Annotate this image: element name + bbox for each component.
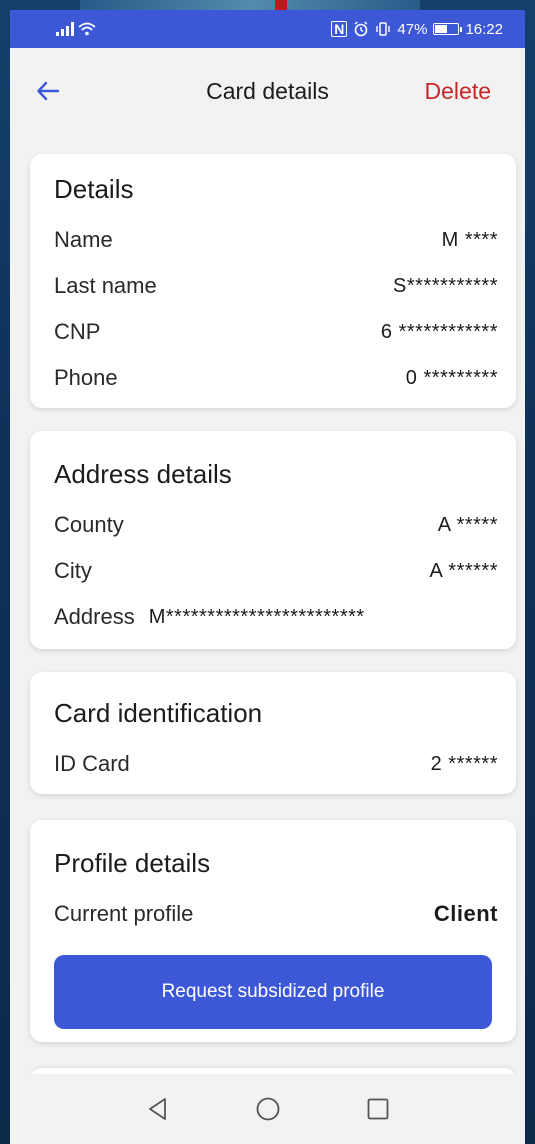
card-identification-title: Card identification bbox=[54, 698, 263, 728]
address-details-card: Address details County A ***** City A **… bbox=[30, 431, 516, 649]
signal-icon bbox=[56, 22, 74, 36]
id-card-label: ID Card bbox=[54, 751, 130, 776]
detail-label: Phone bbox=[54, 365, 118, 390]
address-row-city: City A ****** bbox=[54, 548, 498, 594]
vibrate-icon bbox=[376, 22, 391, 36]
nav-back-icon[interactable] bbox=[145, 1096, 171, 1122]
status-right: N 47% 16:22 bbox=[331, 21, 503, 38]
address-row-address: Address M************************ bbox=[54, 594, 498, 640]
status-time: 16:22 bbox=[465, 20, 503, 38]
phone-screen: N 47% 16:22 Card details Delete Details … bbox=[10, 10, 525, 1144]
detail-row-name: Name M **** bbox=[54, 217, 498, 263]
battery-fill bbox=[435, 25, 447, 33]
details-title: Details bbox=[54, 174, 134, 204]
status-left bbox=[56, 22, 96, 36]
id-card-row: ID Card 2 ****** bbox=[54, 741, 498, 787]
address-row-county: County A ***** bbox=[54, 502, 498, 548]
alarm-icon bbox=[354, 21, 368, 37]
detail-value: M **** bbox=[441, 228, 498, 251]
detail-row-cnp: CNP 6 ************ bbox=[54, 309, 498, 355]
address-value: A ****** bbox=[429, 559, 498, 582]
address-value: A ***** bbox=[437, 513, 498, 536]
card-identification-card: Card identification ID Card 2 ****** bbox=[30, 672, 516, 794]
background-glow bbox=[80, 0, 420, 10]
detail-row-last-name: Last name S*********** bbox=[54, 263, 498, 309]
current-profile-label: Current profile bbox=[54, 901, 194, 926]
nav-home-icon[interactable] bbox=[255, 1096, 281, 1122]
navigation-bar bbox=[10, 1074, 525, 1144]
wifi-icon bbox=[78, 22, 96, 36]
detail-row-phone: Phone 0 ********* bbox=[54, 355, 498, 401]
detail-value: 0 ********* bbox=[405, 366, 498, 389]
app-bar: Card details Delete bbox=[10, 48, 525, 134]
back-arrow-icon[interactable] bbox=[36, 79, 60, 103]
detail-label: Name bbox=[54, 227, 113, 252]
detail-label: CNP bbox=[54, 319, 101, 344]
nfc-icon: N bbox=[331, 21, 348, 37]
address-label: City bbox=[54, 558, 92, 583]
detail-value: 6 ************ bbox=[380, 320, 498, 343]
profile-details-title: Profile details bbox=[54, 848, 211, 878]
address-value: M************************ bbox=[148, 605, 365, 628]
address-details-title: Address details bbox=[54, 459, 232, 489]
nav-recents-icon[interactable] bbox=[365, 1096, 391, 1122]
detail-label: Last name bbox=[54, 273, 157, 298]
delete-button[interactable]: Delete bbox=[425, 78, 491, 105]
profile-details-card: Profile details Current profile Client R… bbox=[30, 820, 516, 1042]
background-accent bbox=[275, 0, 287, 10]
id-card-value: 2 ****** bbox=[430, 752, 498, 775]
address-label: County bbox=[54, 512, 124, 537]
battery-percent: 47% bbox=[397, 20, 428, 38]
battery-icon bbox=[433, 23, 463, 35]
current-profile-value: Client bbox=[433, 901, 498, 926]
status-bar: N 47% 16:22 bbox=[10, 10, 525, 48]
detail-value: S*********** bbox=[393, 274, 498, 297]
details-card: Details Name M **** Last name S*********… bbox=[30, 154, 516, 408]
address-label: Address bbox=[54, 604, 135, 629]
request-subsidized-profile-button[interactable]: Request subsidized profile bbox=[54, 955, 492, 1029]
current-profile-row: Current profile Client bbox=[54, 891, 498, 937]
